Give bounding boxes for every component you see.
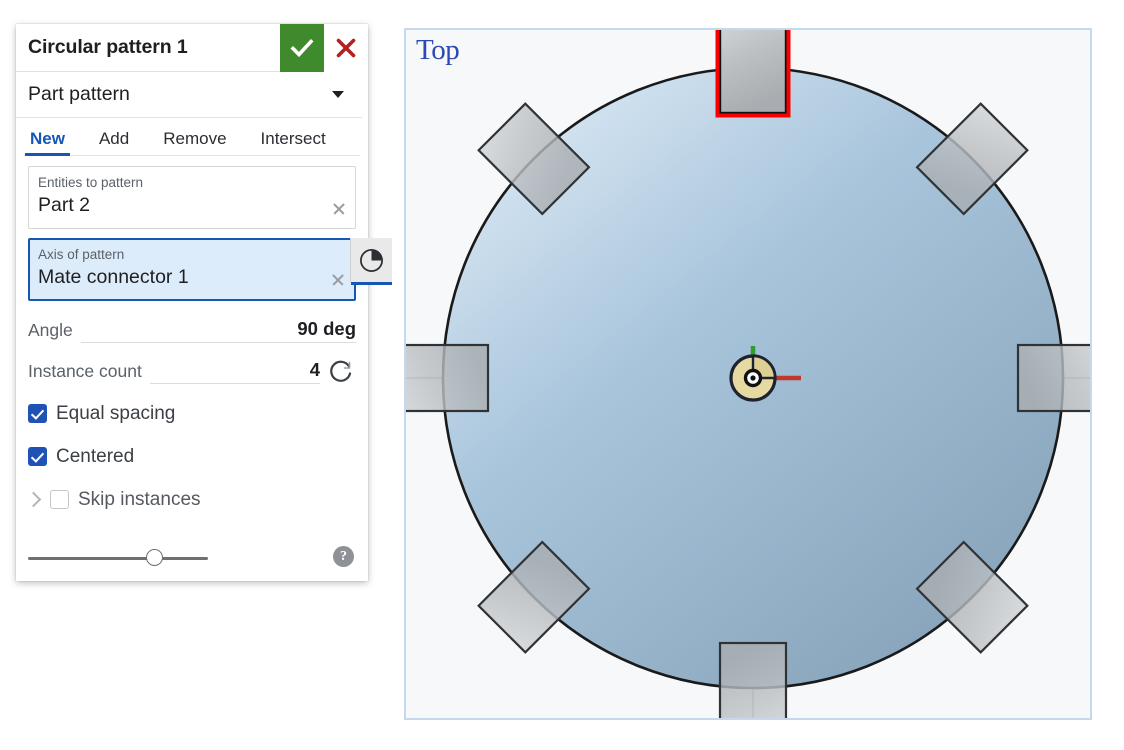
opacity-slider[interactable] (28, 548, 208, 568)
pattern-type-label: Part pattern (28, 83, 130, 105)
instance-count-row[interactable]: Instance count 4 (28, 351, 356, 392)
part-instance[interactable] (1016, 343, 1090, 413)
part-instance[interactable] (718, 641, 788, 718)
slider-track (28, 557, 208, 560)
axis-of-pattern-field[interactable]: Axis of pattern Mate connector 1 (28, 238, 356, 301)
centered-label: Centered (56, 445, 135, 467)
entities-to-pattern-field[interactable]: Entities to pattern Part 2 (28, 166, 356, 229)
check-icon (290, 38, 314, 57)
angle-row[interactable]: Angle 90 deg (28, 310, 357, 351)
skip-instances-label: Skip instances (78, 488, 201, 510)
equal-spacing-checkbox[interactable] (28, 404, 47, 423)
tab-new[interactable]: New (25, 129, 70, 156)
angle-label: Angle (28, 320, 73, 340)
graphics-viewport[interactable]: Top (404, 28, 1092, 720)
dialog-title: Circular pattern 1 (28, 36, 188, 58)
selected-part-instance[interactable] (715, 30, 791, 118)
close-icon (336, 38, 356, 57)
dialog-body: Entities to pattern Part 2 Axis of patte… (16, 156, 392, 521)
axis-of-pattern-label: Axis of pattern (38, 247, 125, 262)
cancel-button[interactable] (324, 23, 368, 72)
confirm-button[interactable] (280, 23, 324, 72)
chevron-right-icon[interactable] (25, 491, 42, 508)
model-scene (406, 30, 1090, 718)
flip-direction-button[interactable] (326, 357, 356, 387)
axis-of-pattern-value: Mate connector 1 (38, 266, 189, 288)
axis-clear-icon[interactable] (330, 272, 346, 288)
entities-to-pattern-value: Part 2 (38, 194, 91, 216)
help-icon[interactable]: ? (333, 546, 354, 567)
opacity-slider-row: ? (16, 535, 368, 581)
equal-spacing-label: Equal spacing (56, 402, 176, 424)
skip-instances-row[interactable]: Skip instances (25, 478, 356, 521)
operation-tabs: New Add Remove Intersect (16, 118, 368, 156)
tab-add[interactable]: Add (99, 129, 129, 156)
flip-direction-icon (330, 360, 352, 382)
instance-count-value: 4 (309, 359, 320, 380)
slider-thumb[interactable] (146, 549, 163, 566)
centered-checkbox[interactable] (28, 447, 47, 466)
angle-value: 90 deg (297, 318, 356, 339)
tab-intersect[interactable]: Intersect (261, 129, 326, 156)
dialog-header: Circular pattern 1 (16, 23, 368, 72)
mate-connector-button[interactable] (350, 238, 392, 285)
instance-count-label: Instance count (28, 361, 142, 381)
centered-row[interactable]: Centered (28, 435, 356, 478)
skip-instances-checkbox[interactable] (50, 490, 69, 509)
pattern-type-dropdown[interactable]: Part pattern (16, 72, 362, 118)
circular-pattern-dialog: Circular pattern 1 Part pattern New Add … (16, 23, 392, 581)
chevron-down-icon (332, 91, 344, 98)
part-instance[interactable] (406, 343, 490, 413)
view-orientation-label: Top (416, 34, 460, 66)
mate-connector-icon (360, 248, 383, 272)
tab-remove[interactable]: Remove (163, 129, 226, 156)
entities-clear-icon[interactable] (331, 201, 347, 217)
entities-to-pattern-label: Entities to pattern (38, 175, 144, 190)
equal-spacing-row[interactable]: Equal spacing (28, 392, 356, 435)
